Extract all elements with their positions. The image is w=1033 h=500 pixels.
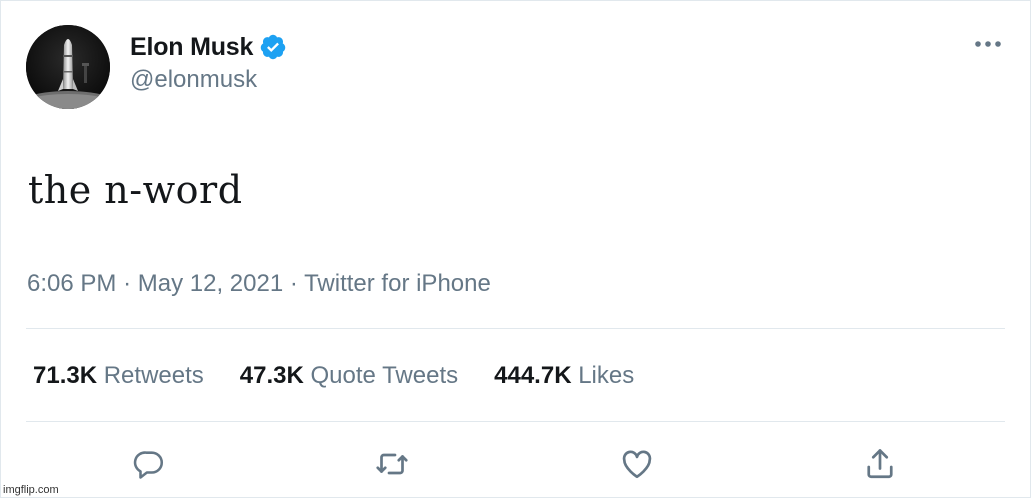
- meta-separator: ·: [289, 270, 298, 297]
- verified-badge-icon: [260, 34, 286, 60]
- tweet-source[interactable]: Twitter for iPhone: [304, 270, 491, 297]
- quote-tweets-stat[interactable]: 47.3K Quote Tweets: [240, 362, 458, 390]
- more-horizontal-icon: [975, 41, 1001, 47]
- quote-tweets-label: Quote Tweets: [310, 362, 459, 389]
- display-name[interactable]: Elon Musk: [130, 33, 253, 62]
- share-icon: [867, 449, 893, 479]
- user-handle[interactable]: @elonmusk: [130, 66, 257, 94]
- likes-label: Likes: [578, 362, 635, 389]
- watermark: imgflip.com: [3, 484, 59, 496]
- retweet-button[interactable]: [372, 444, 412, 484]
- meta-separator: ·: [123, 270, 132, 297]
- retweets-count: 71.3K: [33, 362, 98, 389]
- likes-stat[interactable]: 444.7K Likes: [494, 362, 634, 390]
- more-menu-button[interactable]: [968, 32, 1008, 56]
- author-name-row: Elon Musk: [130, 30, 287, 64]
- share-button[interactable]: [860, 444, 900, 484]
- retweet-icon: [376, 453, 408, 475]
- avatar[interactable]: [26, 25, 110, 109]
- tweet-date[interactable]: May 12, 2021: [138, 270, 283, 297]
- divider: [26, 421, 1005, 422]
- retweets-stat[interactable]: 71.3K Retweets: [33, 362, 204, 390]
- like-icon: [622, 450, 652, 479]
- engagement-stats: 71.3K Retweets 47.3K Quote Tweets 444.7K…: [33, 362, 634, 390]
- tweet-time[interactable]: 6:06 PM: [27, 270, 116, 297]
- likes-count: 444.7K: [494, 362, 572, 389]
- reply-button[interactable]: [129, 444, 169, 484]
- like-button[interactable]: [617, 444, 657, 484]
- tweet-text: the n-word: [28, 168, 243, 212]
- tweet-meta: 6:06 PM · May 12, 2021 · Twitter for iPh…: [27, 270, 491, 298]
- quote-tweets-count: 47.3K: [239, 362, 304, 389]
- tweet-actions: [0, 444, 1033, 484]
- avatar-rocket-image: [26, 25, 110, 109]
- reply-icon: [133, 451, 164, 479]
- retweets-label: Retweets: [103, 362, 204, 389]
- divider: [26, 328, 1005, 329]
